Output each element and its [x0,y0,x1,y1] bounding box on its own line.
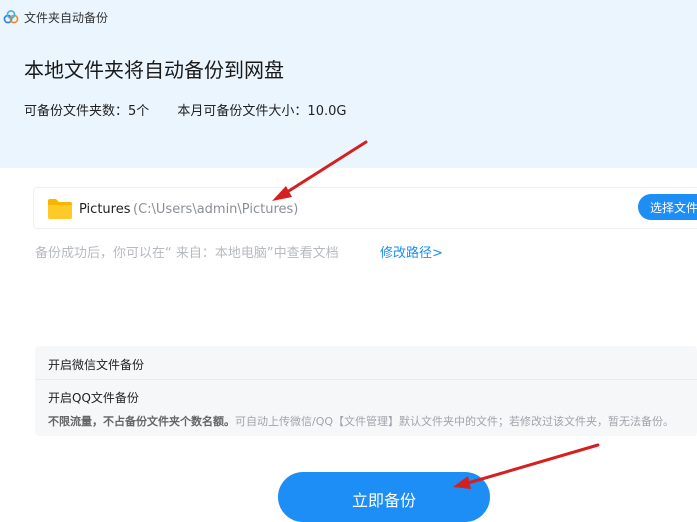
selected-folder-row: Pictures (C:\Users\admin\Pictures) 选择文件夹 [33,187,697,229]
options-description: 不限流量，不占备份文件夹个数名额。可自动上传微信/QQ【文件管理】默认文件夹中的… [48,413,674,429]
monthly-size: 本月可备份文件大小：10.0G [177,104,347,119]
modify-path-link[interactable]: 修改路径> [380,242,443,261]
cloud-logo-icon [3,10,19,24]
qq-backup-option[interactable]: 开启QQ文件备份 [48,389,139,406]
backup-now-button[interactable]: 立即备份 [278,472,490,522]
folder-name: Pictures [79,202,131,217]
choose-folder-button[interactable]: 选择文件夹 [638,194,697,220]
wechat-backup-option[interactable]: 开启微信文件备份 [48,356,144,373]
backup-stats: 可备份文件夹数：5个 本月可备份文件大小：10.0G [24,100,346,119]
backup-location-hint: 备份成功后，你可以在“ 来自：本地电脑”中查看文档 [35,246,339,261]
backup-now-label: 立即备份 [351,491,416,510]
extra-backup-options: 开启微信文件备份 开启QQ文件备份 不限流量，不占备份文件夹个数名额。可自动上传… [35,346,697,436]
folder-path: (C:\Users\admin\Pictures) [133,202,299,217]
window-title: 文件夹自动备份 [24,11,109,25]
options-description-text: 可自动上传微信/QQ【文件管理】默认文件夹中的文件；若修改过该文件夹，暂无法备份… [235,415,675,428]
page-title: 本地文件夹将自动备份到网盘 [24,58,284,82]
options-divider [35,379,697,380]
folder-icon [48,199,72,219]
options-description-bold: 不限流量，不占备份文件夹个数名额。 [48,415,235,428]
title-bar: 文件夹自动备份 [0,0,697,32]
folder-count: 可备份文件夹数：5个 [24,104,150,119]
